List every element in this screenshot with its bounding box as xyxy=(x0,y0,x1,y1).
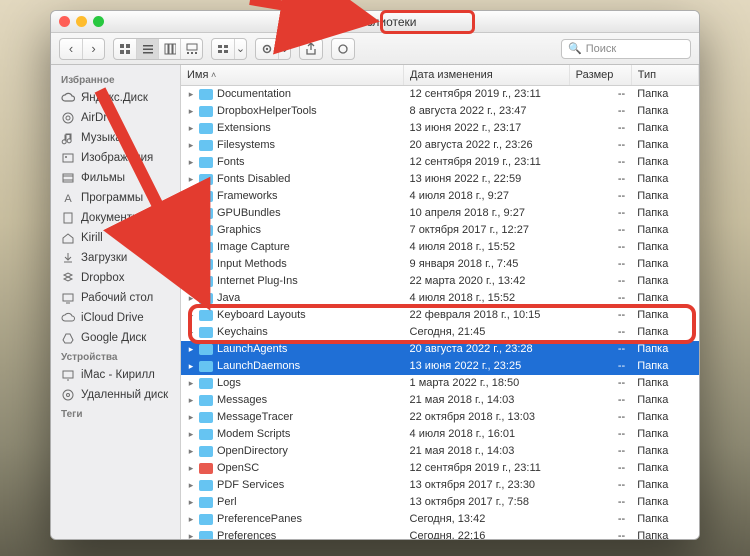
annotation-arrows xyxy=(0,0,750,556)
